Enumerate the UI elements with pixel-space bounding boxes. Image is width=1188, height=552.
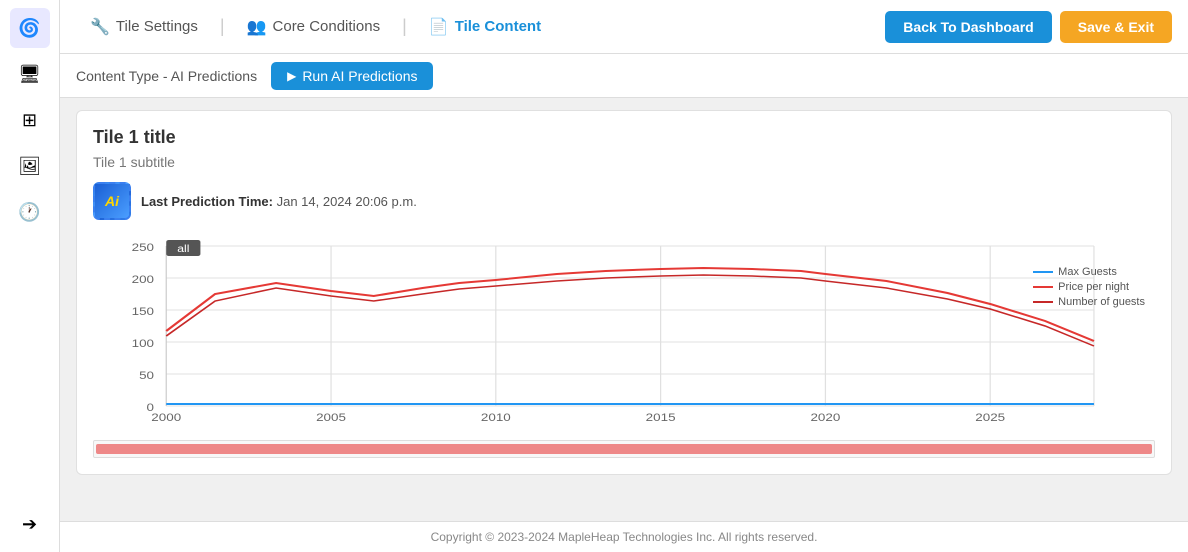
arrow-right-icon: ➔ <box>22 514 37 535</box>
prediction-time-text: Last Prediction Time: Jan 14, 2024 20:06… <box>141 194 417 209</box>
tab-tile-settings-label: Tile Settings <box>116 18 198 35</box>
dashboard-icon: 🖥 <box>18 64 41 85</box>
sidebar-icon-image[interactable]: 🖼 <box>10 146 50 186</box>
logo-icon: 🌀 <box>18 18 40 39</box>
svg-text:2005: 2005 <box>316 411 346 424</box>
legend-label-number-of-guests: Number of guests <box>1058 296 1145 308</box>
clock-icon: 🕐 <box>18 202 40 223</box>
legend-label-price-per-night: Price per night <box>1058 281 1129 293</box>
legend-line-max-guests <box>1033 271 1053 273</box>
svg-text:2015: 2015 <box>646 411 676 424</box>
tab-tile-settings[interactable]: 🔧 Tile Settings <box>76 11 212 43</box>
ai-prediction-row: Ai Last Prediction Time: Jan 14, 2024 20… <box>93 182 1155 220</box>
image-icon: 🖼 <box>18 156 41 177</box>
svg-text:50: 50 <box>139 369 154 382</box>
chart-scrollbar[interactable] <box>93 440 1155 458</box>
content-area: Tile 1 title Tile 1 subtitle Ai Last Pre… <box>60 98 1188 521</box>
tab-tile-content[interactable]: 📄 Tile Content <box>415 11 555 43</box>
svg-text:2000: 2000 <box>151 411 181 424</box>
nav-divider-1: | <box>220 16 225 37</box>
svg-text:2010: 2010 <box>481 411 511 424</box>
tile-subtitle: Tile 1 subtitle <box>93 154 1155 170</box>
svg-text:200: 200 <box>132 273 155 286</box>
people-icon: 👥 <box>247 17 267 37</box>
sidebar-icon-logo[interactable]: 🌀 <box>10 8 50 48</box>
sidebar-icon-dashboard[interactable]: 🖥 <box>10 54 50 94</box>
svg-text:2020: 2020 <box>810 411 840 424</box>
sidebar-icon-arrow[interactable]: ➔ <box>10 504 50 544</box>
legend-item-number-of-guests: Number of guests <box>1033 296 1145 308</box>
svg-text:250: 250 <box>132 241 155 254</box>
legend-line-number-of-guests <box>1033 301 1053 303</box>
legend-label-max-guests: Max Guests <box>1058 266 1117 278</box>
chart-container: 0 50 100 150 200 250 all 2000 2005 2010 … <box>93 236 1155 436</box>
sidebar: 🌀 🖥 ⊞ 🖼 🕐 ➔ <box>0 0 60 552</box>
footer-text: Copyright © 2023-2024 MapleHeap Technolo… <box>431 530 818 544</box>
run-ai-predictions-button[interactable]: ▶ Run AI Predictions <box>271 62 433 90</box>
play-icon: ▶ <box>287 69 296 83</box>
run-button-label: Run AI Predictions <box>302 68 417 84</box>
legend-item-price-per-night: Price per night <box>1033 281 1145 293</box>
prediction-value: Jan 14, 2024 20:06 p.m. <box>277 194 417 209</box>
grid-icon: ⊞ <box>22 110 37 131</box>
content-type-label: Content Type - AI Predictions <box>76 68 257 84</box>
chart-legend: Max Guests Price per night Number of gue… <box>1033 266 1145 311</box>
svg-text:all: all <box>177 244 189 255</box>
top-navigation: 🔧 Tile Settings | 👥 Core Conditions | 📄 … <box>60 0 1188 54</box>
scrollbar-thumb[interactable] <box>96 444 1152 454</box>
sidebar-icon-clock[interactable]: 🕐 <box>10 192 50 232</box>
legend-item-max-guests: Max Guests <box>1033 266 1145 278</box>
tab-core-conditions[interactable]: 👥 Core Conditions <box>233 11 394 43</box>
nav-divider-2: | <box>402 16 407 37</box>
svg-text:100: 100 <box>132 337 155 350</box>
tab-core-conditions-label: Core Conditions <box>273 18 381 35</box>
svg-text:150: 150 <box>132 305 155 318</box>
prediction-label: Last Prediction Time: <box>141 194 273 209</box>
tab-tile-content-label: Tile Content <box>455 18 541 35</box>
legend-line-price-per-night <box>1033 286 1053 288</box>
save-and-exit-button[interactable]: Save & Exit <box>1060 11 1172 43</box>
sub-toolbar: Content Type - AI Predictions ▶ Run AI P… <box>60 54 1188 98</box>
back-to-dashboard-button[interactable]: Back To Dashboard <box>885 11 1051 43</box>
chart-svg: 0 50 100 150 200 250 all 2000 2005 2010 … <box>93 236 1155 436</box>
sidebar-icon-grid[interactable]: ⊞ <box>10 100 50 140</box>
tile-title: Tile 1 title <box>93 127 1155 148</box>
tile-card: Tile 1 title Tile 1 subtitle Ai Last Pre… <box>76 110 1172 475</box>
main-area: 🔧 Tile Settings | 👥 Core Conditions | 📄 … <box>60 0 1188 552</box>
document-icon: 📄 <box>429 17 449 37</box>
ai-badge: Ai <box>93 182 131 220</box>
wrench-icon: 🔧 <box>90 17 110 37</box>
svg-text:2025: 2025 <box>975 411 1005 424</box>
footer: Copyright © 2023-2024 MapleHeap Technolo… <box>60 521 1188 552</box>
